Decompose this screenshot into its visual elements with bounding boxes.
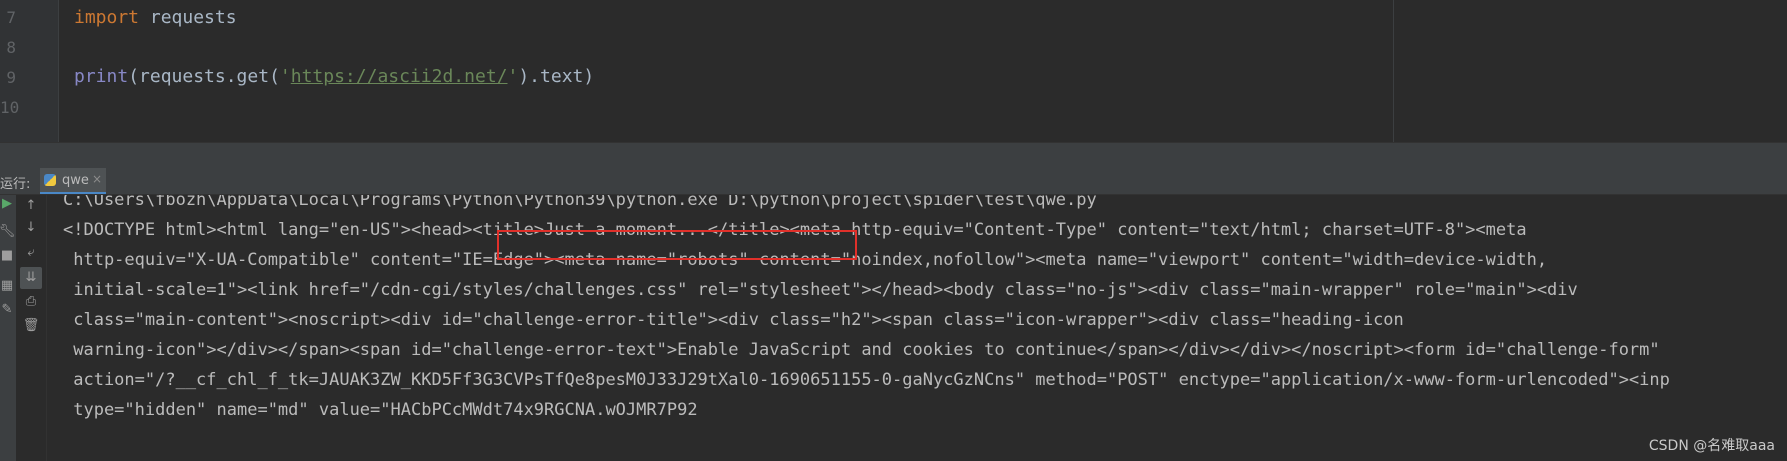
line-number: 7: [6, 8, 16, 27]
run-toolbar-left: ▶ 🔧︎ ■ ▦ ✎: [0, 195, 16, 461]
builtin-print: print: [74, 66, 129, 87]
line-number: 10: [0, 98, 20, 117]
line-number-gutter: 7 8 9 10: [0, 0, 59, 147]
run-label: 运行:: [0, 177, 31, 192]
scroll-up-icon[interactable]: ↑: [20, 195, 42, 217]
console-line: type="hidden" name="md" value="HACbPCcMW…: [63, 400, 698, 420]
watermark: CSDN @名难取aaa: [1648, 438, 1775, 454]
code-line-print[interactable]: print(requests.get('https://ascii2d.net/…: [74, 66, 594, 88]
tab-qwe[interactable]: qwe ×: [40, 168, 106, 194]
soft-wrap-icon[interactable]: ⤶: [20, 242, 42, 264]
console-line: C:\Users\fbozh\AppData\Local\Programs\Py…: [63, 195, 1097, 210]
tab-label: qwe: [62, 173, 89, 188]
line-number: 8: [6, 38, 16, 57]
print-icon[interactable]: ⎙: [20, 291, 42, 313]
run-tool-window-header: 运行: qwe ×: [0, 168, 1787, 195]
string-quote: ': [279, 66, 291, 87]
module-name: requests: [139, 7, 237, 28]
python-file-icon: [44, 174, 56, 186]
trash-icon[interactable]: 🗑︎: [20, 315, 42, 337]
console-line: class="main-content"><noscript><div id="…: [63, 310, 1404, 330]
title-highlight-box: [497, 230, 857, 260]
string-quote: ': [507, 66, 519, 87]
line-number: 9: [6, 68, 16, 87]
call-expression-end: ).text): [518, 66, 595, 87]
scroll-down-icon[interactable]: ↓: [20, 217, 42, 239]
close-icon[interactable]: ×: [92, 172, 102, 186]
console-line: initial-scale=1"><link href="/cdn-cgi/st…: [63, 280, 1578, 300]
right-margin-guide: [1393, 0, 1394, 147]
scroll-to-end-icon[interactable]: ⇊: [20, 267, 42, 289]
keyword-import: import: [74, 7, 140, 28]
code-line-import[interactable]: import requests: [74, 7, 237, 29]
run-toolbar-right: ↑ ↓ ⤶ ⇊ ⎙ 🗑︎: [16, 195, 47, 461]
code-editor[interactable]: 7 8 9 10 import requests print(requests.…: [0, 0, 1787, 147]
console-line: warning-icon"></div></span><span id="cha…: [63, 340, 1660, 360]
call-expression: (requests.get(: [128, 66, 280, 87]
console-line: action="/?__cf_chl_f_tk=JAUAK3ZW_KKD5Ff3…: [63, 370, 1670, 390]
console-output[interactable]: C:\Users\fbozh\AppData\Local\Programs\Py…: [47, 195, 1787, 461]
panel-splitter[interactable]: [0, 142, 1787, 169]
url-link[interactable]: https://ascii2d.net/: [291, 66, 508, 87]
